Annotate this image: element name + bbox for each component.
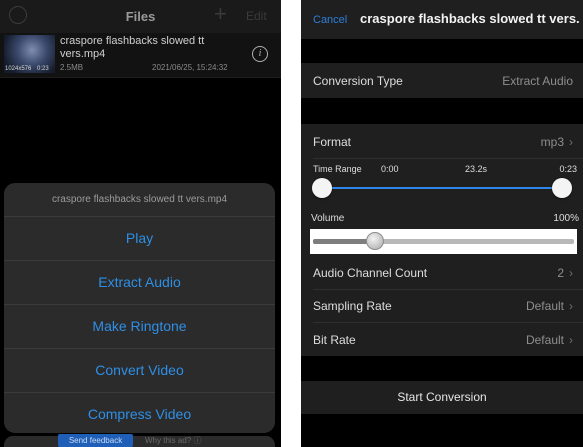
chevron-right-icon: › — [569, 266, 573, 280]
nav-title: craspore flashbacks slowed tt vers.mp4 — [360, 11, 580, 26]
action-make-ringtone-button[interactable]: Make Ringtone — [4, 305, 275, 349]
sampling-rate-value: Default — [525, 299, 564, 313]
file-name: craspore flashbacks slowed tt vers.mp4 — [60, 35, 205, 60]
info-icon[interactable]: i — [252, 46, 268, 62]
time-range-end-handle[interactable] — [552, 178, 572, 198]
cancel-button[interactable]: Cancel — [313, 14, 347, 26]
volume-slider-handle[interactable] — [366, 232, 385, 250]
video-thumbnail: 1024x576 0:23 — [4, 35, 55, 73]
format-value: mp3 — [540, 135, 564, 149]
volume-value: 100% — [553, 213, 579, 224]
conversion-type-row[interactable]: Conversion Type Extract Audio — [301, 63, 583, 98]
action-convert-video-button[interactable]: Convert Video — [4, 349, 275, 393]
send-feedback-button[interactable]: Send feedback — [58, 434, 133, 447]
chevron-right-icon: › — [569, 299, 573, 313]
sampling-rate-label: Sampling Rate — [313, 299, 392, 313]
time-range-start: 0:00 — [381, 164, 399, 174]
action-compress-video-button[interactable]: Compress Video — [4, 393, 275, 433]
conversion-type-value: Extract Audio — [502, 74, 573, 88]
audio-channel-count-label: Audio Channel Count — [313, 266, 428, 280]
audio-channel-count-value: 2 — [557, 266, 564, 280]
time-range-label: Time Range — [313, 164, 362, 174]
file-size: 2.5MB — [60, 63, 84, 72]
files-screen: Files + Edit 1024x576 0:23 craspore flas… — [0, 0, 281, 447]
files-header: Files + Edit — [0, 0, 281, 33]
chevron-right-icon: › — [569, 333, 573, 347]
file-list-item[interactable]: 1024x576 0:23 craspore flashbacks slowed… — [0, 33, 281, 78]
cancel-sheet-bar[interactable] — [4, 436, 275, 447]
chevron-right-icon: › — [569, 135, 573, 149]
edit-button[interactable]: Edit — [246, 9, 267, 23]
audio-options-group: Audio Channel Count 2 › Sampling Rate Def… — [301, 256, 583, 356]
action-play-button[interactable]: Play — [4, 217, 275, 261]
video-resolution: 1024x576 — [5, 66, 32, 72]
files-title: Files — [125, 9, 156, 24]
divider — [313, 322, 583, 323]
volume-slider[interactable] — [310, 229, 577, 254]
divider — [313, 289, 583, 290]
file-date: 2021/06/25, 15:24:32 — [152, 63, 228, 72]
divider — [313, 158, 583, 159]
time-range-start-handle[interactable] — [312, 178, 332, 198]
conversion-type-label: Conversion Type — [313, 74, 403, 88]
bit-rate-value: Default — [525, 333, 564, 347]
video-duration: 0:23 — [37, 66, 49, 72]
conversion-settings-screen: Cancel craspore flashbacks slowed tt ver… — [301, 0, 583, 447]
time-range-end: 0:23 — [559, 164, 577, 174]
action-extract-audio-button[interactable]: Extract Audio — [4, 261, 275, 305]
action-sheet-title: craspore flashbacks slowed tt vers.mp4 — [4, 183, 275, 217]
add-icon[interactable]: + — [214, 3, 227, 25]
volume-label: Volume — [311, 213, 345, 224]
action-sheet: craspore flashbacks slowed tt vers.mp4 P… — [4, 183, 275, 433]
format-label: Format — [313, 135, 352, 149]
start-conversion-button[interactable]: Start Conversion — [301, 381, 583, 414]
why-this-ad-link[interactable]: Why this ad? ⓘ — [145, 434, 201, 447]
nav-bar: Cancel craspore flashbacks slowed tt ver… — [301, 0, 583, 39]
format-row[interactable]: mp3 › — [541, 135, 573, 149]
time-range-track[interactable] — [321, 187, 565, 189]
time-range-duration: 23.2s — [465, 164, 488, 174]
bit-rate-label: Bit Rate — [313, 333, 356, 347]
